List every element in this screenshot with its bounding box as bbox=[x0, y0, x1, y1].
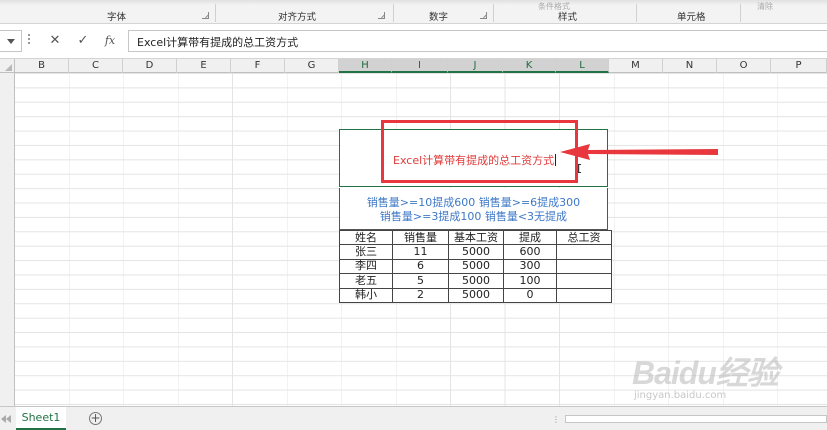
column-header-K[interactable]: K bbox=[503, 59, 556, 73]
chevron-down-icon bbox=[7, 39, 15, 44]
table-cell[interactable]: 5000 bbox=[448, 273, 504, 289]
table-cell[interactable]: 老五 bbox=[339, 273, 393, 289]
header-sales[interactable]: 销售量 bbox=[392, 229, 449, 246]
commission-rules-cell[interactable]: 销售量>=10提成600 销售量>=6提成300 销售量>=3提成100 销售量… bbox=[339, 188, 608, 230]
table-header-row: 姓名 销售量 基本工资 提成 总工资 bbox=[339, 229, 612, 246]
baidu-jingyan-watermark: Baidu经验 jingyan.baidu.com bbox=[632, 348, 827, 408]
table-cell[interactable] bbox=[556, 287, 612, 303]
formula-bar: ✕ ✓ fx Excel计算带有提成的总工资方式 bbox=[0, 24, 827, 59]
column-header-I[interactable]: I bbox=[392, 59, 448, 73]
column-header-O[interactable]: O bbox=[717, 59, 771, 73]
scroll-split-handle-icon[interactable]: ⋮ bbox=[552, 415, 560, 424]
column-header-J[interactable]: J bbox=[448, 59, 503, 73]
column-header-N[interactable]: N bbox=[663, 59, 717, 73]
formula-input[interactable]: Excel计算带有提成的总工资方式 bbox=[128, 30, 827, 52]
ribbon-separator bbox=[493, 4, 494, 22]
header-base-salary[interactable]: 基本工资 bbox=[448, 229, 504, 246]
ribbon-group-number: 数字 bbox=[429, 12, 449, 23]
table-row: 李四 6 5000 300 bbox=[339, 258, 612, 275]
table-cell[interactable]: 0 bbox=[503, 287, 557, 303]
insert-function-button[interactable]: fx bbox=[101, 33, 119, 49]
header-total-salary[interactable]: 总工资 bbox=[556, 229, 612, 246]
row-headers[interactable] bbox=[0, 73, 15, 406]
ribbon-separator bbox=[740, 4, 741, 22]
table-cell[interactable]: 600 bbox=[503, 244, 557, 260]
ribbon-separator bbox=[215, 4, 216, 22]
table-cell[interactable]: 300 bbox=[503, 258, 557, 275]
ghost-label-clear: 清除 bbox=[757, 2, 773, 11]
salary-table: 姓名 销售量 基本工资 提成 总工资 张三 11 5000 600 李四 6 5… bbox=[339, 229, 612, 303]
number-dialog-launcher-icon[interactable] bbox=[480, 12, 487, 19]
column-header-P[interactable]: P bbox=[771, 59, 827, 73]
table-cell[interactable]: 李四 bbox=[339, 258, 393, 275]
table-cell[interactable]: 5000 bbox=[448, 258, 504, 275]
name-box-dropdown[interactable] bbox=[0, 30, 22, 52]
rules-line-2: 销售量>=3提成100 销售量<3无提成 bbox=[379, 210, 568, 223]
column-header-D[interactable]: D bbox=[123, 59, 177, 73]
table-cell[interactable]: 张三 bbox=[339, 244, 393, 260]
column-header-C[interactable]: C bbox=[69, 59, 123, 73]
alignment-dialog-launcher-icon[interactable] bbox=[378, 12, 385, 19]
ribbon-group-labels: 条件格式 清除 字体 对齐方式 数字 样式 单元格 bbox=[0, 0, 827, 24]
column-header-B[interactable]: B bbox=[15, 59, 69, 73]
formula-content: Excel计算带有提成的总工资方式 bbox=[137, 36, 299, 49]
add-sheet-button[interactable]: + bbox=[89, 412, 102, 425]
column-header-M[interactable]: M bbox=[609, 59, 663, 73]
column-header-H[interactable]: H bbox=[339, 59, 392, 73]
annotation-arrow-icon bbox=[560, 144, 718, 160]
ribbon-group-alignment: 对齐方式 bbox=[278, 12, 317, 23]
header-commission[interactable]: 提成 bbox=[503, 229, 557, 246]
table-cell[interactable] bbox=[556, 258, 612, 275]
select-all-button[interactable] bbox=[0, 59, 15, 73]
ribbon-group-cells: 单元格 bbox=[677, 12, 706, 23]
ribbon-separator bbox=[636, 4, 637, 22]
sheet-tab-sheet1[interactable]: Sheet1 bbox=[16, 407, 66, 430]
table-cell[interactable] bbox=[556, 244, 612, 260]
watermark-logo: Baidu经验 bbox=[632, 355, 779, 391]
watermark-url: jingyan.baidu.com bbox=[634, 390, 727, 401]
column-header-L[interactable]: L bbox=[556, 59, 609, 73]
table-cell[interactable]: 6 bbox=[392, 258, 449, 275]
annotation-highlight-box bbox=[381, 120, 578, 183]
table-cell[interactable]: 5000 bbox=[448, 287, 504, 303]
header-name[interactable]: 姓名 bbox=[339, 229, 393, 246]
column-header-G[interactable]: G bbox=[285, 59, 339, 73]
table-cell[interactable]: 2 bbox=[392, 287, 449, 303]
cancel-button[interactable]: ✕ bbox=[46, 33, 64, 49]
horizontal-scrollbar[interactable] bbox=[565, 415, 827, 423]
table-cell[interactable] bbox=[556, 273, 612, 289]
table-row: 韩小 2 5000 0 bbox=[339, 287, 612, 303]
sheet-nav-arrows-icon[interactable] bbox=[0, 413, 12, 425]
table-cell[interactable]: 5 bbox=[392, 273, 449, 289]
ribbon-group-font: 字体 bbox=[107, 12, 127, 23]
column-headers: B C D E F G H I J K L M N O P bbox=[0, 59, 827, 73]
table-row: 张三 11 5000 600 bbox=[339, 244, 612, 260]
font-dialog-launcher-icon[interactable] bbox=[202, 12, 209, 19]
column-header-F[interactable]: F bbox=[231, 59, 285, 73]
table-cell[interactable]: 5000 bbox=[448, 244, 504, 260]
table-cell[interactable]: 11 bbox=[392, 244, 449, 260]
sheet-tab-bar: Sheet1 + ⋮ bbox=[0, 406, 827, 430]
column-header-E[interactable]: E bbox=[177, 59, 231, 73]
enter-button[interactable]: ✓ bbox=[74, 33, 92, 49]
ribbon-group-styles: 样式 bbox=[558, 12, 578, 23]
table-cell[interactable]: 韩小 bbox=[339, 287, 393, 303]
formula-bar-grip[interactable] bbox=[28, 34, 31, 48]
ribbon-separator bbox=[393, 4, 394, 22]
table-cell[interactable]: 100 bbox=[503, 273, 557, 289]
table-row: 老五 5 5000 100 bbox=[339, 273, 612, 289]
